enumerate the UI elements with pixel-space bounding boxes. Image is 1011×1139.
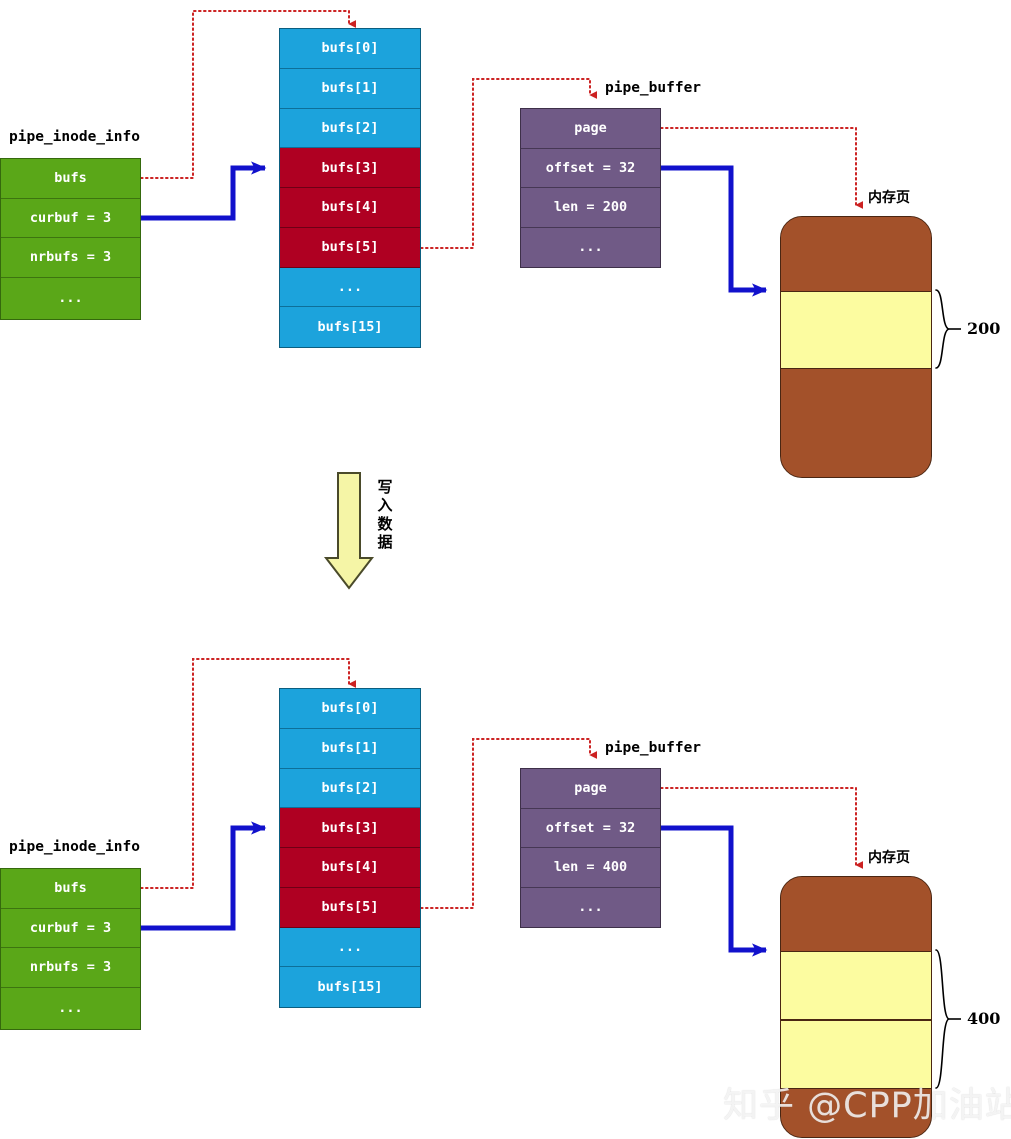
top-bufs-3[interactable]: bufs[3]: [280, 148, 420, 188]
top-memory-size-label: 200: [967, 319, 1001, 338]
bottom-pipe-buffer-box: page offset = 32 len = 400 ...: [520, 768, 661, 928]
bottom-field-bufs[interactable]: bufs: [1, 869, 140, 909]
top-field-nrbufs[interactable]: nrbufs = 3: [1, 238, 140, 278]
bottom-pb-ellipsis[interactable]: ...: [521, 887, 660, 927]
watermark: 知乎 @CPP加油站: [723, 1086, 1011, 1126]
write-data-label: 写入数据: [377, 478, 393, 551]
bottom-page-to-memorypage-arrow: [660, 787, 863, 869]
bottom-bufs-ellipsis[interactable]: ...: [280, 927, 420, 968]
bottom-mem-seg-data-1: [781, 951, 931, 1020]
top-mem-seg-unused-upper: [781, 217, 931, 291]
top-pipe-inode-info-label: pipe_inode_info: [9, 129, 140, 145]
top-bufs-15[interactable]: bufs[15]: [280, 307, 420, 347]
top-memory-page-label: 内存页: [868, 190, 910, 206]
top-bufs-array-box: bufs[0] bufs[1] bufs[2] bufs[3] bufs[4] …: [279, 28, 421, 348]
bottom-pipe-inode-info-box: bufs curbuf = 3 nrbufs = 3 ...: [0, 868, 141, 1030]
bottom-pb-offset[interactable]: offset = 32: [521, 808, 660, 848]
top-size-brace: [935, 289, 961, 369]
bottom-memory-size-label: 400: [967, 1009, 1001, 1028]
top-field-bufs[interactable]: bufs: [1, 159, 140, 199]
bottom-mem-seg-unused-upper: [781, 877, 931, 951]
top-pipe-buffer-label: pipe_buffer: [605, 80, 702, 96]
top-page-to-memorypage-arrow: [660, 127, 863, 209]
write-data-arrow: [323, 472, 375, 590]
top-bufs-2[interactable]: bufs[2]: [280, 108, 420, 149]
diagram-canvas: pipe_inode_info bufs curbuf = 3 nrbufs =…: [0, 0, 1011, 1139]
top-field-curbuf[interactable]: curbuf = 3: [1, 198, 140, 239]
bottom-memory-page-label: 内存页: [868, 850, 910, 866]
bottom-pb-page[interactable]: page: [521, 769, 660, 809]
bottom-bufs-5[interactable]: bufs[5]: [280, 887, 420, 928]
top-bufs-1[interactable]: bufs[1]: [280, 68, 420, 109]
top-curbuf-to-bufs3-arrow: [141, 161, 267, 221]
bottom-bufs-0[interactable]: bufs[0]: [280, 689, 420, 729]
top-pb-offset[interactable]: offset = 32: [521, 148, 660, 188]
bottom-size-brace: [935, 949, 961, 1089]
top-mem-seg-unused-lower: [781, 369, 931, 477]
bottom-curbuf-to-bufs3-arrow: [141, 821, 267, 931]
bottom-bufs-15[interactable]: bufs[15]: [280, 967, 420, 1007]
top-memory-page: [780, 216, 932, 478]
bottom-pb-len[interactable]: len = 400: [521, 848, 660, 888]
bottom-pipe-inode-info-label: pipe_inode_info: [9, 839, 140, 855]
bottom-field-curbuf[interactable]: curbuf = 3: [1, 908, 140, 949]
bottom-bufs-array-box: bufs[0] bufs[1] bufs[2] bufs[3] bufs[4] …: [279, 688, 421, 1008]
top-pb-len[interactable]: len = 200: [521, 188, 660, 228]
top-offset-to-page-offset-arrow: [661, 165, 768, 297]
top-pb-ellipsis[interactable]: ...: [521, 227, 660, 267]
bottom-bufs-1[interactable]: bufs[1]: [280, 728, 420, 769]
bottom-offset-to-page-offset-arrow: [661, 825, 768, 957]
top-bufs-5[interactable]: bufs[5]: [280, 227, 420, 268]
bottom-field-nrbufs[interactable]: nrbufs = 3: [1, 948, 140, 988]
top-bufs-0[interactable]: bufs[0]: [280, 29, 420, 69]
bottom-bufs-2[interactable]: bufs[2]: [280, 768, 420, 809]
top-pipe-buffer-box: page offset = 32 len = 200 ...: [520, 108, 661, 268]
top-pipe-inode-info-box: bufs curbuf = 3 nrbufs = 3 ...: [0, 158, 141, 320]
top-bufs-ellipsis[interactable]: ...: [280, 267, 420, 308]
bottom-pipe-buffer-label: pipe_buffer: [605, 740, 702, 756]
top-field-ellipsis[interactable]: ...: [1, 277, 140, 320]
top-bufs-4[interactable]: bufs[4]: [280, 188, 420, 228]
top-mem-seg-data: [781, 291, 931, 369]
top-pb-page[interactable]: page: [521, 109, 660, 149]
bottom-bufs-3[interactable]: bufs[3]: [280, 808, 420, 848]
bottom-field-ellipsis[interactable]: ...: [1, 987, 140, 1030]
bottom-bufs-4[interactable]: bufs[4]: [280, 848, 420, 888]
